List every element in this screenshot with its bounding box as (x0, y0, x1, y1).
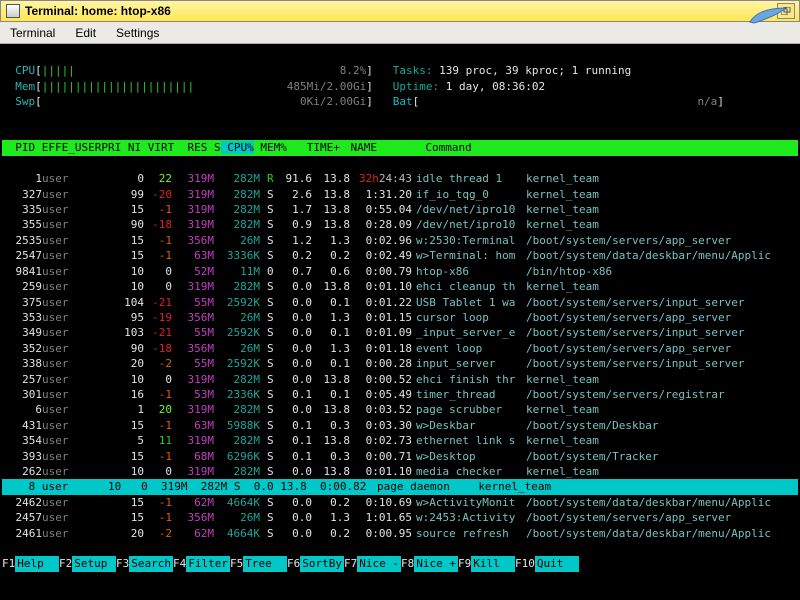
process-header[interactable]: PID EFFE_USERPRI NI VIRT RES S CPU% MEM%… (2, 140, 798, 155)
feather-icon (748, 6, 788, 26)
process-row[interactable]: 393 user 15 -1 68M 6296K S 0.1 0.3 0:00.… (2, 449, 798, 464)
terminal-output[interactable]: CPU[||||| 8.2%] Tasks: 139 proc, 39 kpro… (0, 44, 800, 600)
process-row[interactable]: 301 user 16 -1 53M 2336K S 0.1 0.1 0:05.… (2, 387, 798, 402)
fnlabel-search[interactable]: Search (129, 556, 173, 571)
menu-terminal[interactable]: Terminal (0, 22, 65, 43)
fnlabel-quit[interactable]: Quit (535, 556, 579, 571)
fnlabel-nice -[interactable]: Nice - (357, 556, 401, 571)
process-row[interactable]: 335 user 15 -1 319M 282M S 1.7 13.8 0:55… (2, 202, 798, 217)
fnlabel-nice +[interactable]: Nice + (414, 556, 458, 571)
process-row[interactable]: 431 user 15 -1 63M 5988K S 0.1 0.3 0:03.… (2, 418, 798, 433)
process-row[interactable]: 2457 user 15 -1 356M 26M S 0.0 1.3 1:01.… (2, 510, 798, 525)
app-icon (6, 4, 20, 18)
menubar: Terminal Edit Settings (0, 22, 800, 44)
fnkey-F10[interactable]: F10 (515, 556, 535, 571)
menu-edit[interactable]: Edit (65, 22, 106, 43)
fnkey-F2[interactable]: F2 (59, 556, 72, 571)
process-row[interactable]: 9841 user 10 0 52M 11M 0 0.7 0.6 0:00.79… (2, 264, 798, 279)
process-row[interactable]: 257 user 10 0 319M 282M S 0.0 13.8 0:00.… (2, 372, 798, 387)
fnkey-F7[interactable]: F7 (344, 556, 357, 571)
process-row[interactable]: 355 user 90 -18 319M 282M S 0.9 13.8 0:2… (2, 217, 798, 232)
fnkey-F6[interactable]: F6 (287, 556, 300, 571)
process-row[interactable]: 1 user 0 22 319M 282M R 91.6 13.832h24:4… (2, 171, 798, 186)
process-row[interactable]: 338 user 20 -2 55M 2592K S 0.0 0.1 0:00.… (2, 356, 798, 371)
process-row[interactable]: 2547 user 15 -1 63M 3336K S 0.2 0.2 0:02… (2, 248, 798, 263)
window-titlebar[interactable]: Terminal: home: htop-x86 (0, 0, 800, 22)
fnlabel-kill[interactable]: Kill (471, 556, 515, 571)
process-row[interactable]: 352 user 90 -18 356M 26M S 0.0 1.3 0:01.… (2, 341, 798, 356)
window-title: Terminal: home: htop-x86 (25, 4, 777, 18)
fnlabel-help[interactable]: Help (15, 556, 59, 571)
process-row[interactable]: 354 user 5 11 319M 282M S 0.1 13.8 0:02.… (2, 433, 798, 448)
process-row[interactable]: 259 user 10 0 319M 282M S 0.0 13.8 0:01.… (2, 279, 798, 294)
menu-settings[interactable]: Settings (106, 22, 169, 43)
process-row[interactable]: 327 user 99 -20 319M 282M S 2.6 13.8 1:3… (2, 187, 798, 202)
fnlabel-setup[interactable]: Setup (72, 556, 116, 571)
process-row[interactable]: 2462 user 15 -1 62M 4664K S 0.0 0.2 0:10… (2, 495, 798, 510)
process-row[interactable]: 375 user 104 -21 55M 2592K S 0.0 0.1 0:0… (2, 295, 798, 310)
fnkey-F3[interactable]: F3 (116, 556, 129, 571)
function-key-bar: F1Help F2Setup F3SearchF4FilterF5Tree F6… (2, 556, 798, 571)
process-row[interactable]: 2535 user 15 -1 356M 26M S 1.2 1.3 0:02.… (2, 233, 798, 248)
process-row[interactable]: 353 user 95 -19 356M 26M S 0.0 1.3 0:01.… (2, 310, 798, 325)
process-row[interactable]: 2461 user 20 -2 62M 4664K S 0.0 0.2 0:00… (2, 526, 798, 541)
process-row[interactable]: 6 user 1 20 319M 282M S 0.0 13.8 0:03.52… (2, 402, 798, 417)
fnkey-F5[interactable]: F5 (230, 556, 243, 571)
fnlabel-sortby[interactable]: SortBy (300, 556, 344, 571)
fnkey-F1[interactable]: F1 (2, 556, 15, 571)
process-row-selected[interactable]: 8 user 10 0 319M 282M S 0.0 13.8 0:00.82… (2, 479, 798, 494)
process-row[interactable]: 349 user 103 -21 55M 2592K S 0.0 0.1 0:0… (2, 325, 798, 340)
fnkey-F4[interactable]: F4 (173, 556, 186, 571)
fnlabel-filter[interactable]: Filter (186, 556, 230, 571)
fnkey-F9[interactable]: F9 (458, 556, 471, 571)
process-row[interactable]: 262 user 10 0 319M 282M S 0.0 13.8 0:01.… (2, 464, 798, 479)
fnlabel-tree[interactable]: Tree (243, 556, 287, 571)
fnkey-F8[interactable]: F8 (401, 556, 414, 571)
